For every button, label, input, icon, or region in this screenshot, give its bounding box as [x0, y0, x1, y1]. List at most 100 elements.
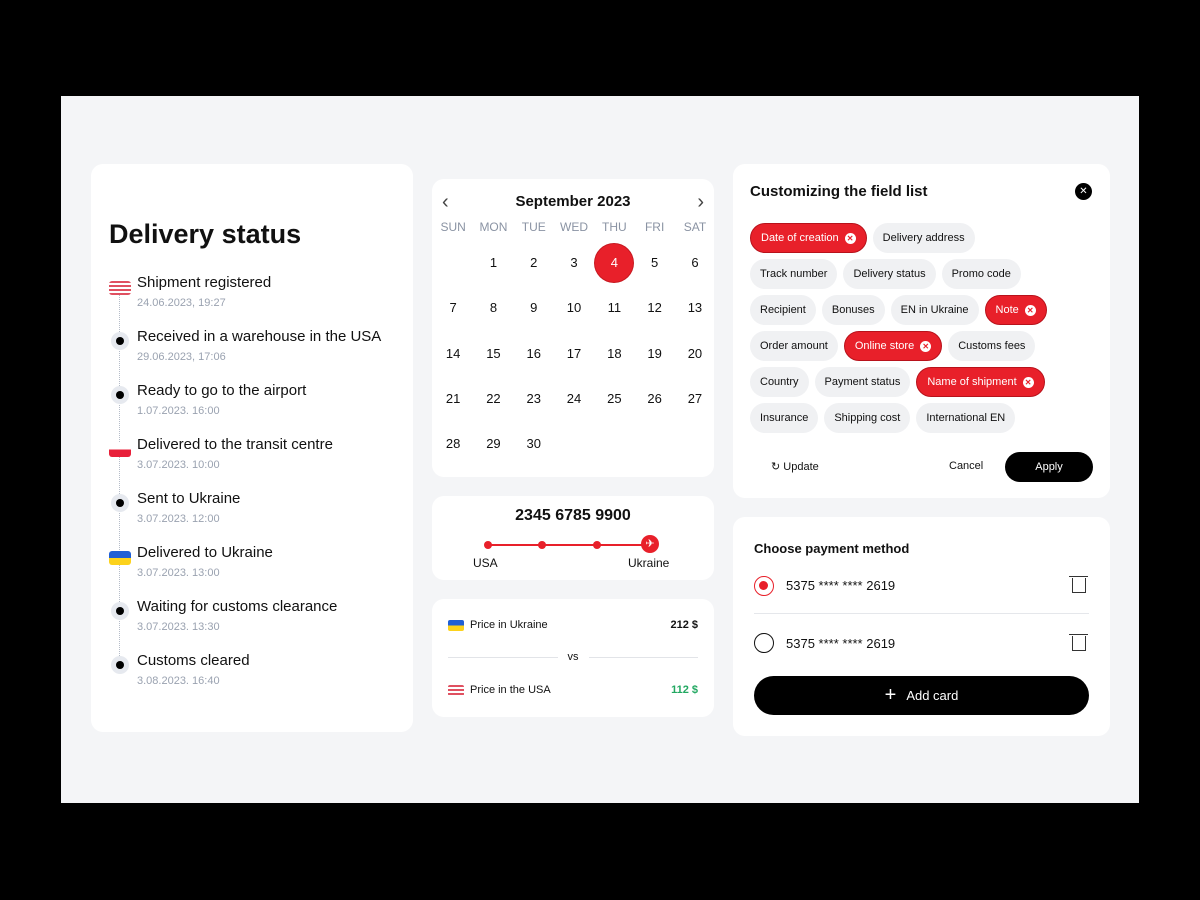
timeline: Shipment registered 24.06.2023, 19:27 Rece… — [109, 272, 409, 704]
day-number: 6 — [691, 255, 699, 271]
day-number: 30 — [526, 436, 541, 452]
calendar-day[interactable]: 22 — [473, 376, 513, 421]
calendar-day[interactable]: 30 — [514, 421, 554, 466]
field-chip[interactable]: Insurance — [750, 403, 819, 433]
calendar-day[interactable]: 19 — [634, 331, 674, 376]
close-icon[interactable]: ✕ — [1075, 183, 1092, 200]
chip-label: Country — [760, 376, 799, 388]
empty-day — [433, 240, 473, 285]
day-number: 15 — [486, 345, 501, 361]
apply-button[interactable]: Apply — [1005, 452, 1093, 482]
calendar-day[interactable]: 13 — [675, 285, 715, 330]
field-chip[interactable]: EN in Ukraine — [890, 295, 979, 325]
field-chip[interactable]: Shipping cost — [824, 403, 911, 433]
remove-icon[interactable]: ✕ — [1022, 376, 1034, 388]
calendar-day[interactable]: 7 — [433, 285, 473, 330]
day-number: 14 — [445, 345, 461, 361]
weekday-label: FRI — [644, 220, 665, 234]
step-label: Customs cleared — [137, 652, 250, 669]
calendar-day[interactable]: 20 — [675, 331, 715, 376]
field-chip[interactable]: Note ✕ — [984, 295, 1047, 325]
dot-icon — [111, 656, 129, 674]
calendar-day[interactable]: 25 — [594, 376, 634, 421]
calendar-day[interactable]: 17 — [554, 331, 594, 376]
chip-label: Customs fees — [958, 340, 1026, 352]
calendar-day[interactable]: 14 — [433, 331, 473, 376]
remove-icon[interactable]: ✕ — [1024, 304, 1036, 316]
calendar-card: ‹ September 2023 › SUN MON TUE WED THU FRI SAT… — [432, 179, 714, 477]
calendar-day[interactable]: 11 — [594, 285, 634, 330]
calendar-day[interactable]: 9 — [514, 285, 554, 330]
calendar-day[interactable]: 15 — [473, 331, 513, 376]
price-ukraine-row: Price in Ukraine 212 $ — [448, 619, 698, 631]
payment-card-row[interactable]: 5375 **** **** 2619 — [754, 615, 1089, 671]
cancel-button[interactable]: Cancel — [949, 460, 983, 472]
step-label: Waiting for customs clearance — [137, 598, 338, 615]
calendar-day[interactable]: 6 — [675, 240, 715, 285]
calendar-day[interactable]: 21 — [433, 376, 473, 421]
field-chip[interactable]: Order amount — [750, 331, 838, 361]
chip-label: Shipping cost — [834, 412, 901, 424]
remove-icon[interactable]: ✕ — [844, 232, 856, 244]
calendar-day[interactable]: 5 — [634, 240, 674, 285]
day-number: 10 — [566, 300, 582, 316]
field-chip[interactable]: Bonuses — [821, 295, 885, 325]
card-number: 5375 **** **** 2619 — [786, 578, 896, 593]
field-chip[interactable]: Delivery address — [872, 223, 975, 253]
field-chip[interactable]: International EN — [916, 403, 1016, 433]
next-month-icon[interactable]: › — [697, 191, 704, 213]
field-chip[interactable]: Delivery status — [843, 259, 936, 289]
step-label: Delivered to Ukraine — [137, 544, 273, 561]
dot-icon — [111, 494, 129, 512]
payment-card-row[interactable]: 5375 **** **** 2619 — [754, 558, 1089, 614]
card-number: 5375 **** **** 2619 — [786, 635, 896, 651]
card-radio[interactable] — [754, 633, 774, 653]
price-usa-label: Price in the USA — [470, 684, 551, 696]
calendar-day[interactable]: 3 — [554, 240, 594, 285]
timeline-step: Ready to go to the airport 1.07.2023. 16:… — [109, 380, 409, 434]
calendar-day[interactable]: 23 — [514, 376, 554, 421]
remove-icon[interactable]: ✕ — [920, 340, 932, 352]
payment-title: Choose payment method — [754, 541, 910, 556]
add-card-button[interactable]: + Add card — [754, 676, 1089, 715]
calendar-day[interactable]: 24 — [554, 376, 594, 421]
delivery-status-card: Delivery status Shipment registered 24.06… — [91, 164, 413, 732]
trash-icon[interactable] — [1069, 633, 1088, 651]
field-chip[interactable]: Customs fees — [948, 331, 1036, 361]
trash-icon[interactable] — [1069, 576, 1088, 593]
field-chip[interactable]: Track number — [750, 259, 838, 289]
step-date: 3.07.2023. 10:00 — [137, 459, 220, 471]
update-button[interactable]: ↻ Update — [771, 460, 819, 473]
day-number: 20 — [687, 345, 703, 361]
day-number: 2 — [530, 255, 538, 271]
field-chip[interactable]: Promo code — [941, 259, 1021, 289]
step-marker — [109, 492, 131, 512]
calendar-day[interactable]: 28 — [433, 421, 473, 466]
field-chip[interactable]: Payment status — [814, 367, 911, 397]
price-comparison-card: Price in Ukraine 212 $ vs Price in the U… — [432, 599, 714, 717]
chip-label: EN in Ukraine — [900, 304, 969, 316]
day-number: 18 — [607, 345, 622, 361]
chip-label: Name of shipment — [927, 376, 1017, 388]
calendar-day[interactable]: 12 — [634, 285, 674, 330]
calendar-day[interactable]: 27 — [675, 376, 715, 421]
calendar-day[interactable]: 29 — [473, 421, 513, 466]
calendar-day[interactable]: 8 — [473, 285, 513, 330]
day-number: 7 — [449, 300, 457, 316]
field-chip[interactable]: Online store ✕ — [843, 331, 943, 361]
calendar-day[interactable]: 2 — [514, 240, 554, 285]
field-chip[interactable]: Date of creation ✕ — [750, 223, 867, 253]
field-chip[interactable]: Recipient — [750, 295, 816, 325]
calendar-day[interactable]: 16 — [514, 331, 554, 376]
card-radio[interactable] — [754, 575, 774, 596]
calendar-day[interactable]: 18 — [594, 331, 634, 376]
day-number: 19 — [647, 345, 662, 361]
calendar-day[interactable]: 10 — [554, 285, 594, 330]
calendar-day[interactable]: 1 — [473, 240, 513, 285]
calendar-day-selected[interactable]: 4 — [594, 240, 634, 285]
day-number: 8 — [489, 300, 498, 316]
calendar-day[interactable]: 26 — [634, 376, 674, 421]
field-chip[interactable]: Name of shipment ✕ — [916, 367, 1045, 397]
field-chip[interactable]: Country — [750, 367, 809, 397]
step-label: Sent to Ukraine — [137, 490, 241, 507]
